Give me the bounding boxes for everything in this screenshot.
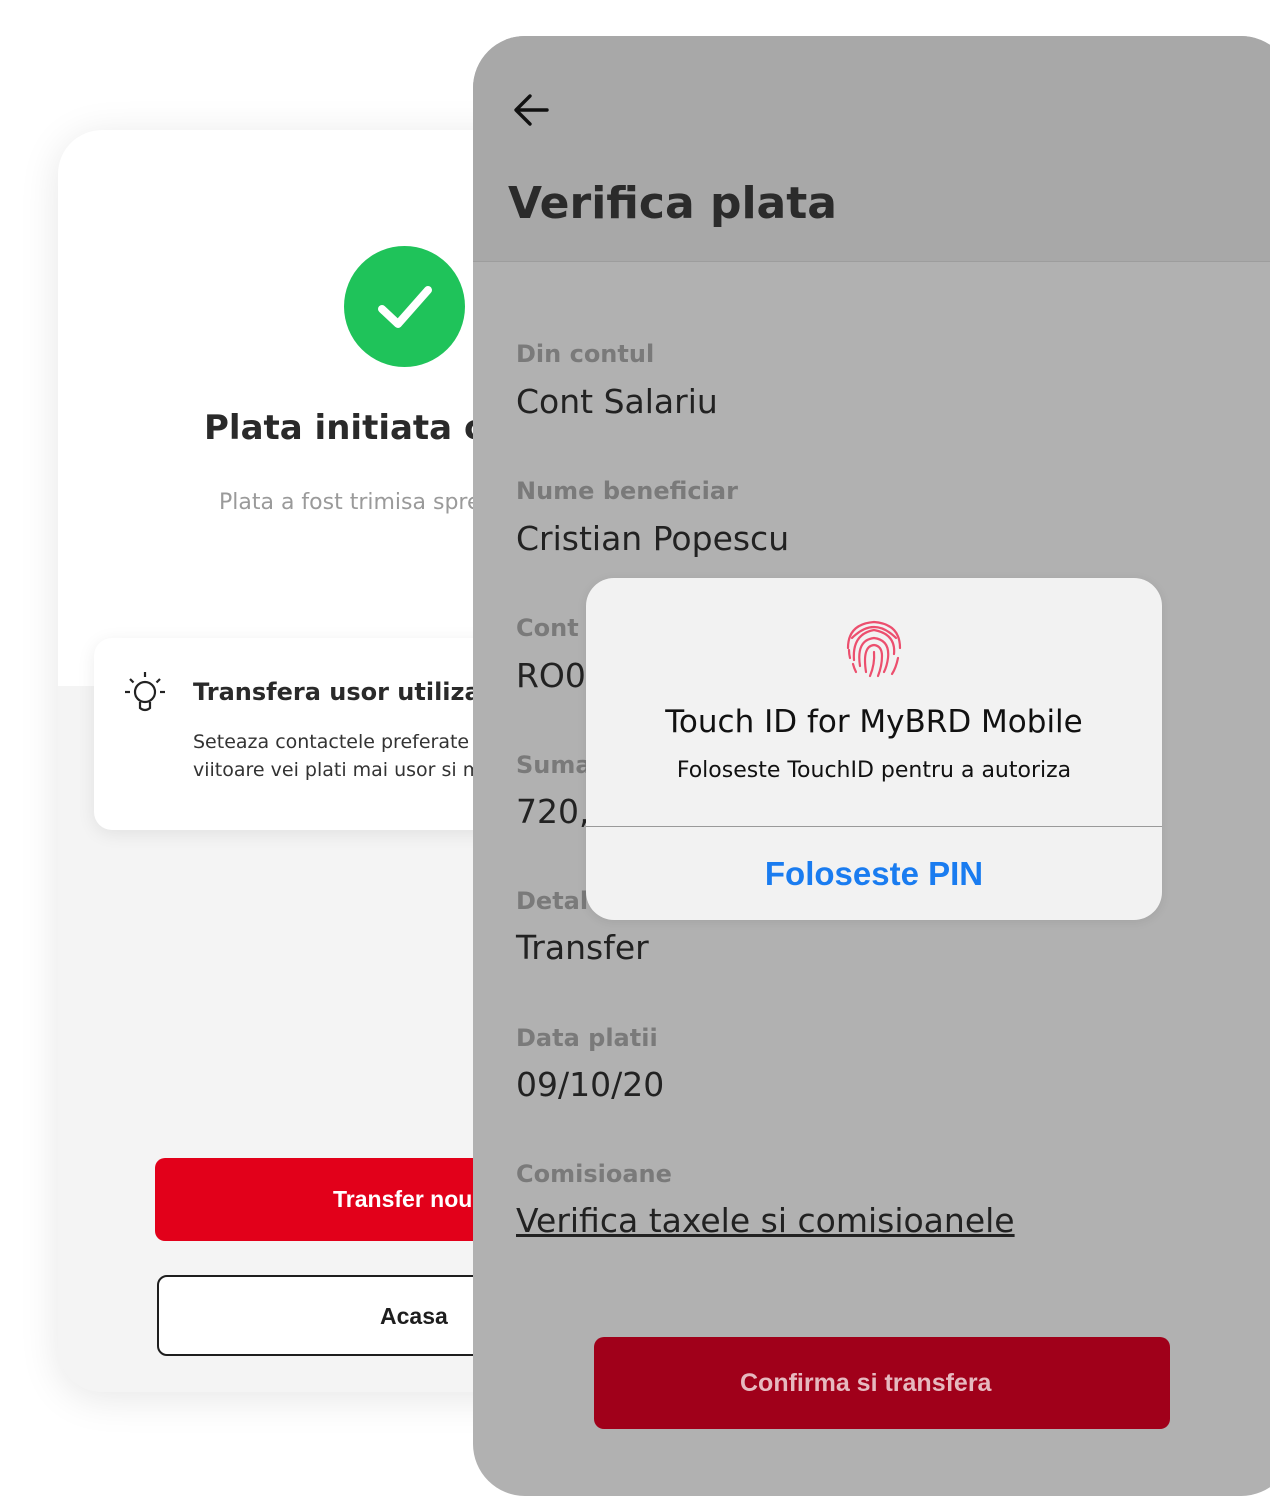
use-pin-button[interactable]: Foloseste PIN (586, 827, 1162, 920)
field-label-comisioane: Comisioane (516, 1160, 672, 1188)
lightbulb-icon (125, 672, 165, 712)
field-value-detalii: Transfer (516, 928, 649, 967)
dialog-message: Foloseste TouchID pentru a autoriza (676, 758, 1072, 783)
arrow-left-icon[interactable] (511, 90, 551, 130)
transfer-nou-label: Transfer nou (333, 1186, 473, 1212)
touch-id-dialog: Touch ID for MyBRD Mobile Foloseste Touc… (586, 578, 1162, 920)
dialog-title: Touch ID for MyBRD Mobile (665, 704, 1083, 740)
field-label-din-contul: Din contul (516, 340, 655, 368)
use-pin-label: Foloseste PIN (764, 855, 984, 892)
field-value-din-contul: Cont Salariu (516, 382, 718, 421)
field-label-cont: Cont (516, 614, 579, 642)
success-title: Plata initiata cu (204, 408, 509, 448)
field-value-cont: RO0 (516, 656, 586, 695)
success-check-icon (344, 246, 465, 367)
field-label-suma: Suma (516, 751, 592, 779)
confirm-transfer-button[interactable]: Confirma si transfera (594, 1337, 1170, 1429)
fingerprint-icon (846, 620, 902, 678)
fees-link[interactable]: Verifica taxele si comisioanele (516, 1201, 1015, 1240)
field-value-data-platii: 09/10/20 (516, 1065, 665, 1104)
field-value-beneficiar: Cristian Popescu (516, 519, 790, 558)
page-title: Verifica plata (508, 178, 837, 229)
success-subtitle: Plata a fost trimisa spre (219, 490, 481, 515)
tip-body: Seteaza contactele preferate s viitoare … (193, 731, 485, 781)
field-label-data-platii: Data platii (516, 1024, 658, 1052)
field-label-beneficiar: Nume beneficiar (516, 477, 738, 505)
field-value-suma: 720, (516, 792, 590, 831)
field-label-detalii: Detal (516, 887, 589, 915)
verify-header: Verifica plata (473, 36, 1270, 262)
acasa-label: Acasa (380, 1303, 448, 1329)
confirm-transfer-label: Confirma si transfera (740, 1369, 992, 1397)
